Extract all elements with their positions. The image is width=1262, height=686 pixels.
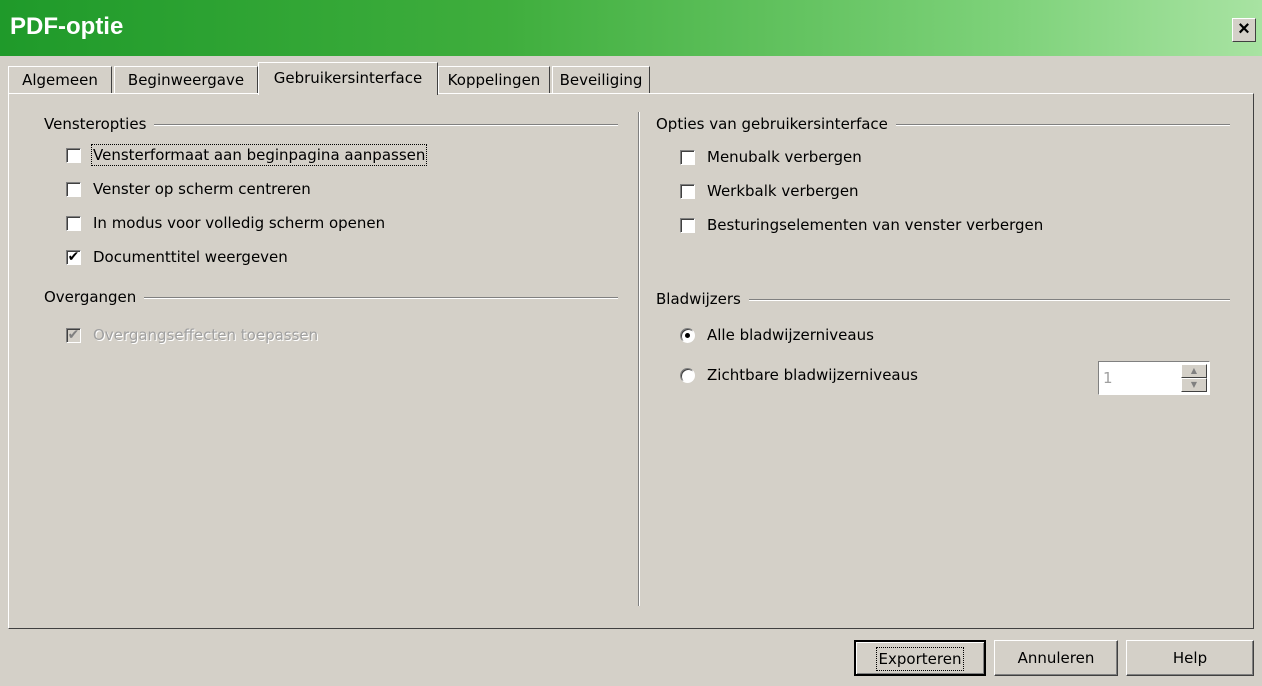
cancel-button-label: Annuleren bbox=[1017, 649, 1095, 667]
checkbox-venster-centreren[interactable]: Venster op scherm centreren bbox=[66, 180, 486, 202]
checkbox-box[interactable] bbox=[680, 150, 695, 165]
radio-zichtbare-bladwijzerniveaus[interactable]: Zichtbare bladwijzerniveaus bbox=[680, 366, 980, 388]
tab-beveiliging[interactable]: Beveiliging bbox=[552, 66, 650, 94]
tab-gebruikersinterface[interactable]: Gebruikersinterface bbox=[258, 62, 438, 95]
checkbox-besturingselementen[interactable]: Besturingselementen van venster verberge… bbox=[680, 216, 1120, 238]
check-icon[interactable]: ✔ bbox=[66, 250, 81, 265]
checkbox-box[interactable] bbox=[680, 184, 695, 199]
checkbox-vensterformaat[interactable]: Vensterformaat aan beginpagina aanpassen bbox=[66, 144, 486, 168]
spin-up-icon[interactable]: ▲ bbox=[1181, 364, 1207, 378]
radio-alle-bladwijzerniveaus[interactable]: Alle bladwijzerniveaus bbox=[680, 326, 980, 348]
window-title: PDF-optie bbox=[10, 13, 124, 40]
radio-button[interactable] bbox=[680, 368, 695, 383]
export-button-label: Exporteren bbox=[875, 647, 965, 671]
check-icon: ✔ bbox=[66, 327, 81, 343]
tab-beginweergave[interactable]: Beginweergave bbox=[114, 66, 258, 94]
checkbox-label: Venster op scherm centreren bbox=[93, 180, 311, 198]
column-separator bbox=[638, 112, 640, 606]
checkbox-box[interactable] bbox=[66, 216, 81, 231]
checkbox-label: Besturingselementen van venster verberge… bbox=[707, 216, 1044, 234]
spin-buttons: ▲ ▼ bbox=[1181, 364, 1207, 392]
group-title-overgangen: Overgangen bbox=[44, 288, 145, 306]
checkbox-volledig-scherm[interactable]: In modus voor volledig scherm openen bbox=[66, 214, 486, 236]
radio-button[interactable] bbox=[680, 328, 695, 343]
group-title-ui-opties: Opties van gebruikersinterface bbox=[656, 115, 896, 133]
export-button[interactable]: Exporteren bbox=[854, 640, 986, 676]
group-title-bladwijzers: Bladwijzers bbox=[656, 290, 749, 308]
bookmark-level-value: 1 bbox=[1103, 369, 1113, 387]
checkbox-label: Documenttitel weergeven bbox=[93, 248, 288, 266]
cancel-button[interactable]: Annuleren bbox=[994, 640, 1118, 676]
title-bar: PDF-optie × bbox=[0, 0, 1262, 56]
checkbox-label: In modus voor volledig scherm openen bbox=[93, 214, 386, 232]
bookmark-level-spinner[interactable]: 1 ▲ ▼ bbox=[1098, 361, 1210, 395]
radio-label: Zichtbare bladwijzerniveaus bbox=[707, 366, 918, 384]
checkbox-box[interactable] bbox=[66, 148, 81, 163]
checkbox-box[interactable] bbox=[680, 218, 695, 233]
checkbox-werkbalk[interactable]: Werkbalk verbergen bbox=[680, 182, 1100, 204]
checkbox-box[interactable] bbox=[66, 182, 81, 197]
close-icon: × bbox=[1238, 18, 1250, 40]
checkbox-label: Werkbalk verbergen bbox=[707, 182, 859, 200]
radio-label: Alle bladwijzerniveaus bbox=[707, 326, 874, 344]
close-button[interactable]: × bbox=[1232, 18, 1256, 42]
checkbox-menubalk[interactable]: Menubalk verbergen bbox=[680, 148, 1100, 170]
spin-down-icon[interactable]: ▼ bbox=[1181, 378, 1207, 392]
tab-panel bbox=[8, 93, 1254, 629]
checkbox-label: Vensterformaat aan beginpagina aanpassen bbox=[90, 144, 428, 166]
checkbox-documenttitel[interactable]: ✔ Documenttitel weergeven bbox=[66, 248, 486, 270]
help-button[interactable]: Help bbox=[1126, 640, 1254, 676]
checkbox-overgangseffecten: ✔ Overgangseffecten toepassen bbox=[66, 326, 486, 348]
group-title-vensteropties: Vensteropties bbox=[44, 115, 155, 133]
tab-koppelingen[interactable]: Koppelingen bbox=[438, 66, 550, 94]
checkbox-label: Menubalk verbergen bbox=[707, 148, 862, 166]
help-button-label: Help bbox=[1172, 649, 1208, 667]
tab-algemeen[interactable]: Algemeen bbox=[8, 66, 112, 94]
checkbox-label: Overgangseffecten toepassen bbox=[93, 326, 319, 344]
radio-dot bbox=[685, 333, 690, 338]
